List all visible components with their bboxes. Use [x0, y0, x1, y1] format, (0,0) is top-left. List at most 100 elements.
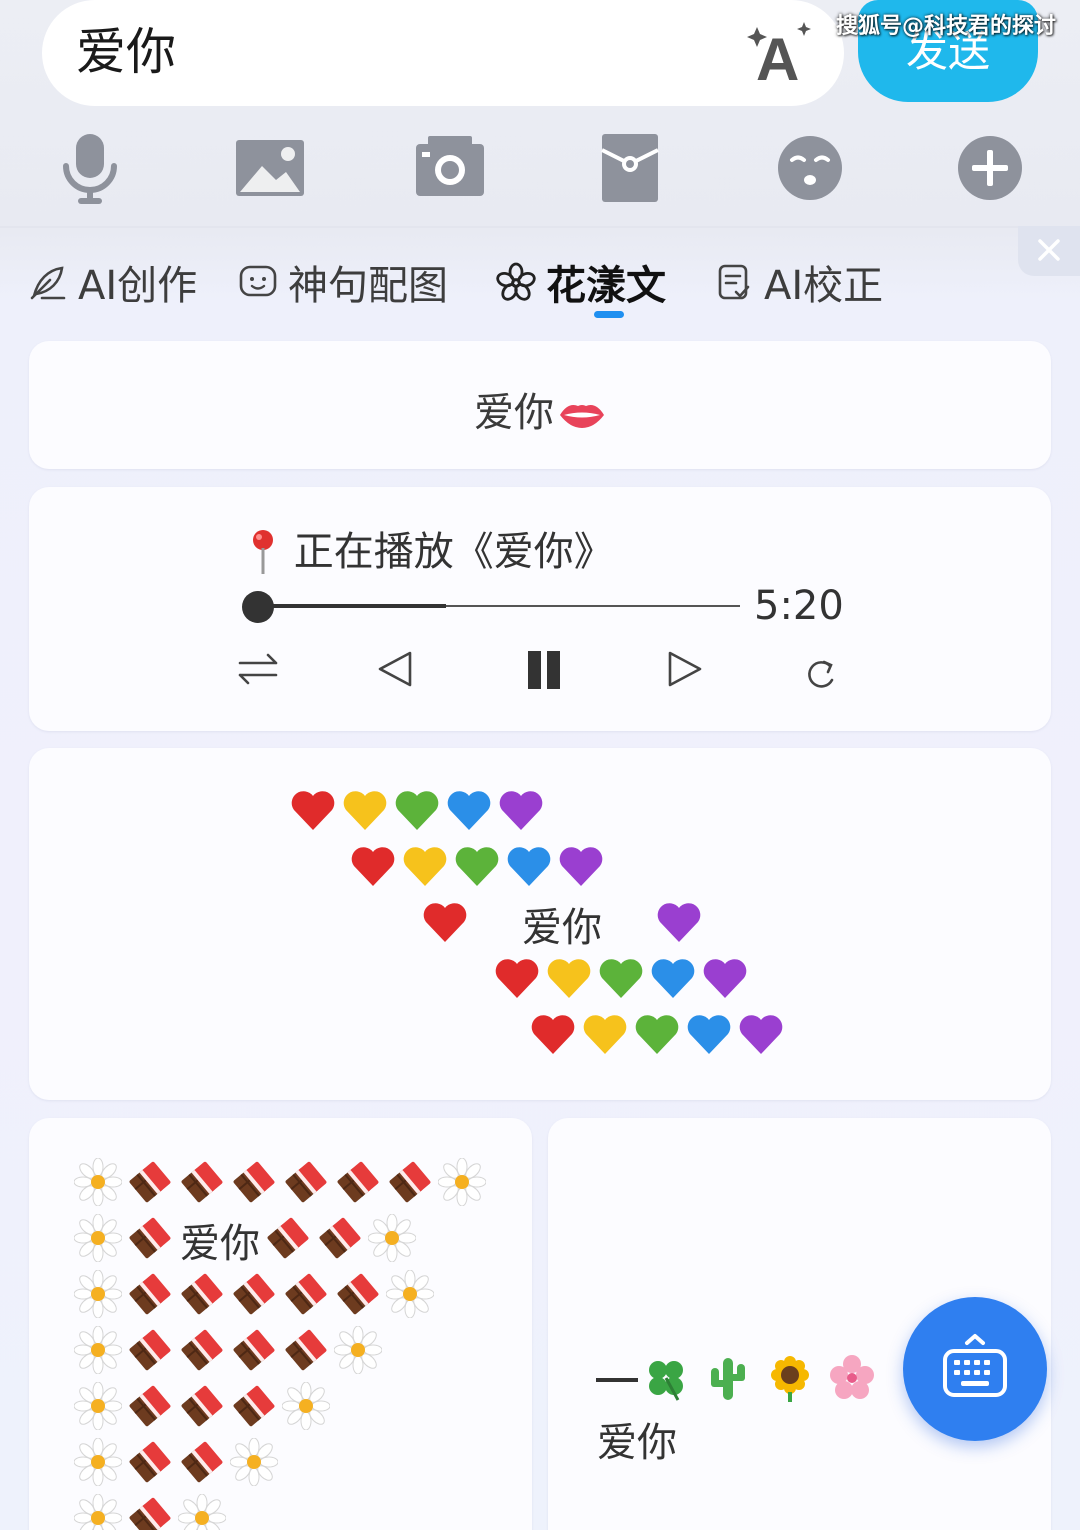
chocolate-row [73, 1268, 438, 1324]
heart-blue-icon [686, 1012, 738, 1060]
clover-icon [642, 1354, 704, 1406]
heart-blue-icon [506, 844, 558, 892]
chocolate-bar-icon [178, 1382, 230, 1434]
chocolate-bar-icon [334, 1270, 386, 1322]
chocolate-bar-icon [230, 1158, 282, 1210]
image-icon[interactable] [232, 130, 308, 206]
chocolate-center-text: 爱你 [180, 1221, 260, 1267]
chocolate-bar-icon [126, 1326, 178, 1378]
heart-red-icon [494, 956, 546, 1004]
heart-purple-icon [738, 1012, 790, 1060]
message-input[interactable]: 爱你 A [42, 0, 844, 106]
repeat-icon[interactable] [234, 645, 282, 693]
daisy-icon [73, 1269, 126, 1322]
chocolate-bar-icon [282, 1158, 334, 1210]
pin-icon [245, 528, 281, 576]
heart-purple-icon [702, 956, 754, 1004]
chat-face-icon [239, 265, 277, 297]
chocolate-bar-icon [178, 1438, 230, 1490]
message-input-value: 爱你 [76, 23, 176, 81]
heart-red-icon [350, 844, 402, 892]
daisy-icon [73, 1381, 126, 1434]
chocolate-bar-icon [178, 1326, 230, 1378]
heart-green-icon [634, 1012, 686, 1060]
tab-sentence-image[interactable]: 神句配图 [238, 256, 448, 309]
tab-ai-proofread[interactable]: AI校正 [714, 256, 883, 309]
chocolate-row [73, 1324, 386, 1380]
hearts-center-text: 爱你 [522, 905, 602, 951]
cactus-icon [704, 1354, 766, 1406]
heart-green-icon [394, 788, 446, 836]
active-tab-indicator [594, 311, 624, 318]
daisy-icon [177, 1493, 230, 1530]
daisy-icon [367, 1213, 420, 1266]
document-check-icon [718, 264, 750, 300]
music-title: 正在播放《爱你》 [293, 529, 614, 575]
chocolate-bar-icon [178, 1158, 230, 1210]
tab-ai-create[interactable]: AI创作 [28, 256, 198, 309]
heart-purple-icon [498, 788, 550, 836]
plus-icon[interactable] [952, 130, 1028, 206]
heart-row-center: 爱你 [422, 898, 708, 951]
tab-fancy-text[interactable]: 花漾文 [496, 256, 666, 309]
heart-blue-icon [446, 788, 498, 836]
chocolate-bar-icon [126, 1494, 178, 1530]
heart-row [350, 842, 610, 894]
heart-purple-icon [656, 900, 708, 948]
emoji-face-icon[interactable] [772, 130, 848, 206]
chocolate-bar-icon [282, 1270, 334, 1322]
music-time: 5:20 [754, 583, 844, 629]
chocolate-bar-icon [334, 1158, 386, 1210]
chocolate-row [73, 1492, 230, 1530]
heart-yellow-icon [582, 1012, 634, 1060]
chocolate-row: 爱你 [73, 1212, 420, 1268]
microphone-icon[interactable] [52, 130, 128, 206]
plants-text: 爱你 [597, 1420, 677, 1466]
music-title-line: 正在播放《爱你》 [245, 528, 614, 576]
chocolate-row [73, 1436, 282, 1492]
daisy-icon [229, 1437, 282, 1490]
cherry-blossom-icon [828, 1354, 890, 1406]
loop-icon[interactable] [796, 650, 844, 698]
keyboard-toggle-button[interactable] [903, 1297, 1047, 1441]
ai-font-icon[interactable]: A [746, 20, 816, 93]
chocolate-bar-icon [126, 1270, 178, 1322]
leaf-pen-icon [30, 266, 66, 300]
heart-purple-icon [558, 844, 610, 892]
daisy-icon [73, 1213, 126, 1266]
pause-icon[interactable] [520, 645, 568, 693]
close-icon [1038, 239, 1060, 261]
daisy-icon [333, 1325, 386, 1378]
heart-blue-icon [650, 956, 702, 1004]
chocolate-bar-icon [126, 1438, 178, 1490]
close-panel-button[interactable] [1018, 226, 1080, 276]
fancy-text-card-music[interactable] [29, 487, 1051, 731]
tab-label: AI创作 [78, 263, 198, 309]
keyboard-icon [943, 1334, 1007, 1397]
chocolate-bar-icon [386, 1158, 438, 1210]
chocolate-bar-icon [264, 1214, 316, 1266]
panel-divider [0, 226, 1080, 228]
heart-row [290, 786, 550, 838]
camera-icon[interactable] [412, 130, 488, 206]
heart-yellow-icon [546, 956, 598, 1004]
dash [596, 1378, 638, 1382]
heart-row [530, 1010, 790, 1062]
chocolate-bar-icon [230, 1270, 282, 1322]
card-lips-content: 爱你 [0, 380, 1080, 438]
daisy-icon [73, 1437, 126, 1490]
progress-knob[interactable] [242, 591, 274, 623]
red-packet-icon[interactable] [592, 130, 668, 206]
chocolate-bar-icon [230, 1382, 282, 1434]
next-icon[interactable] [660, 645, 708, 693]
daisy-icon [281, 1381, 334, 1434]
previous-icon[interactable] [372, 645, 420, 693]
daisy-icon [437, 1157, 490, 1210]
progress-track[interactable] [258, 604, 740, 608]
tab-label: 花漾文 [546, 263, 666, 309]
daisy-icon [73, 1157, 126, 1210]
card-lips-text: 爱你 [474, 390, 554, 436]
heart-row [494, 954, 754, 1006]
daisy-icon [385, 1269, 438, 1322]
lips-icon [560, 405, 604, 428]
